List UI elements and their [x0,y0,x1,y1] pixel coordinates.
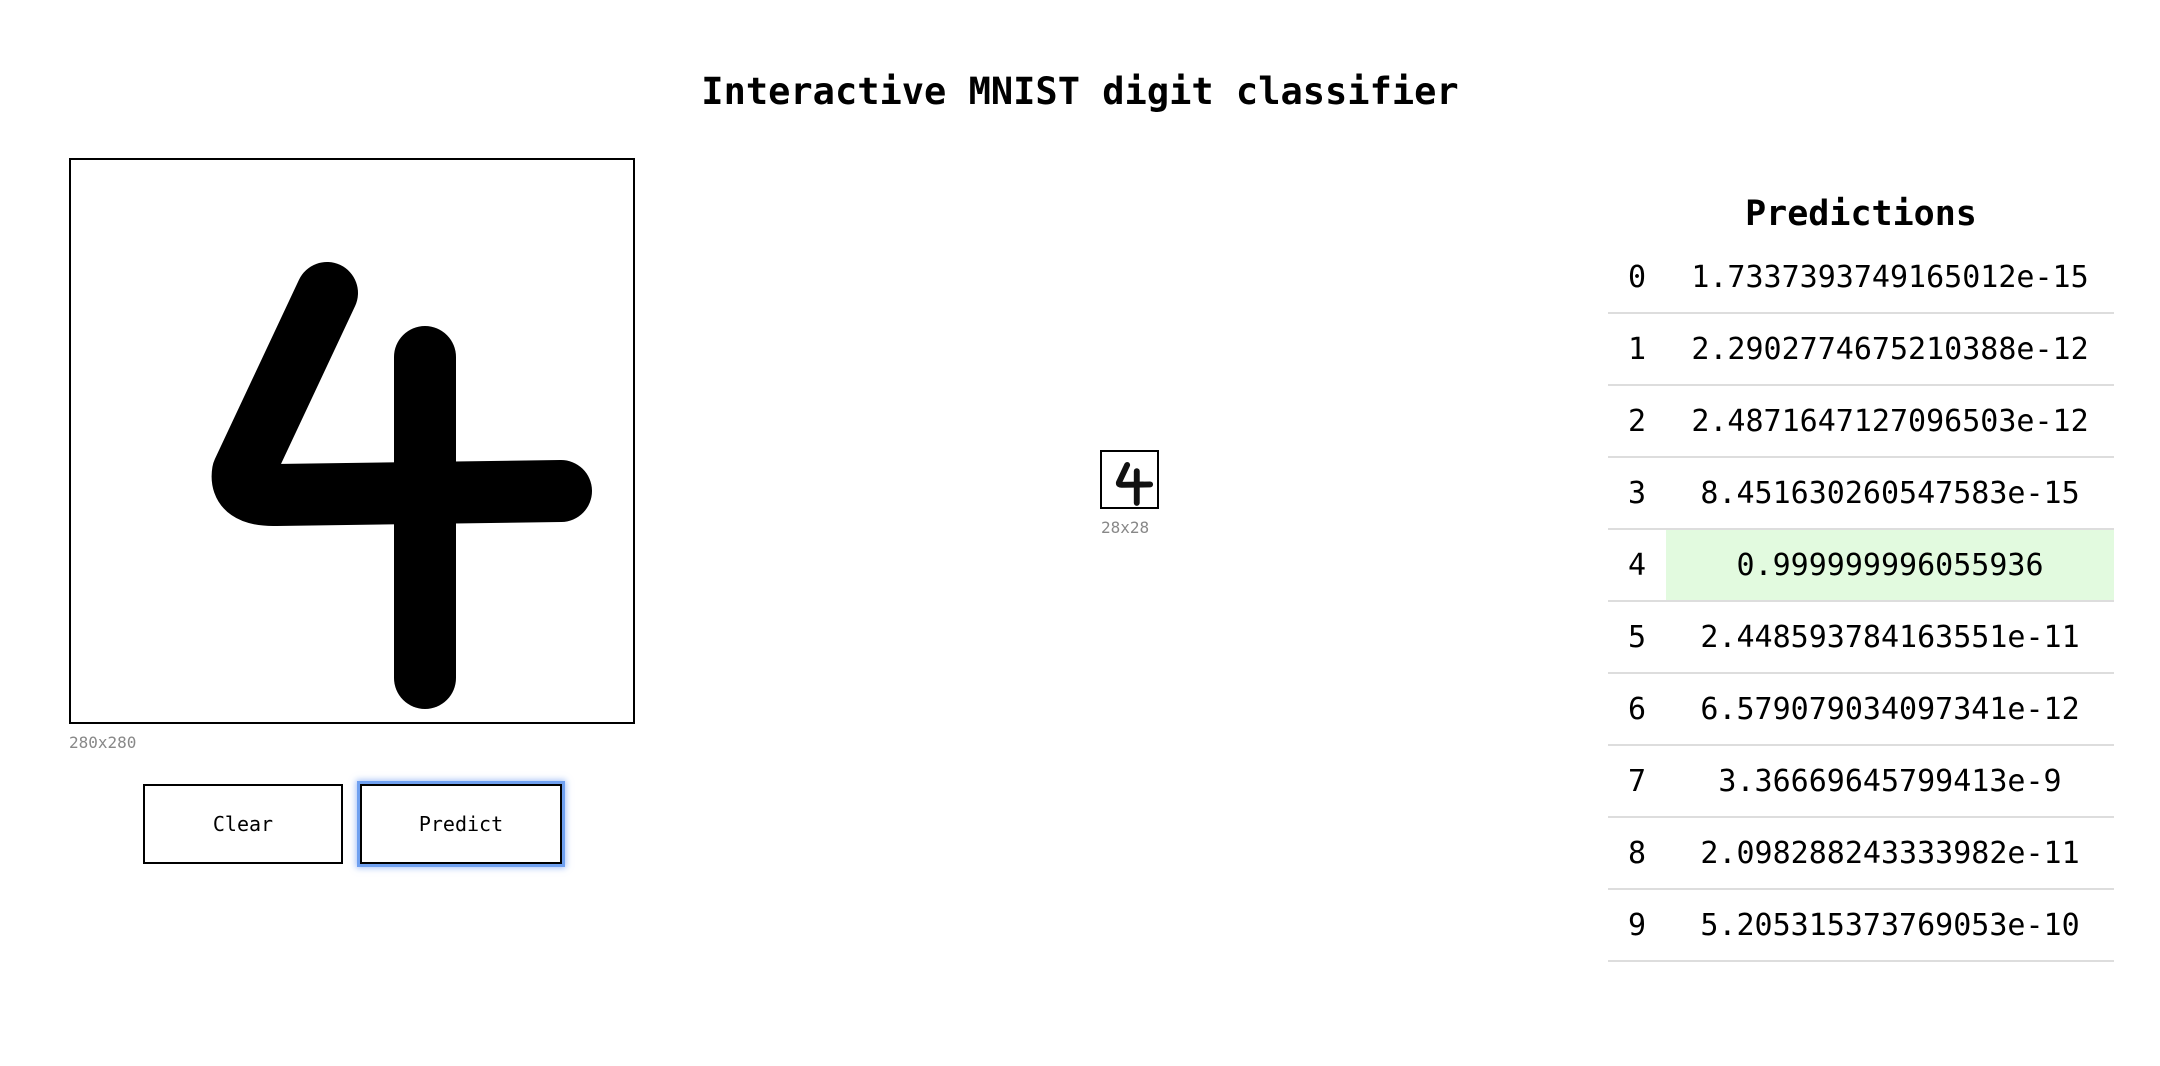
page-title: Interactive MNIST digit classifier [701,69,1459,113]
preview-size-label: 28x28 [1101,518,1150,537]
prediction-probability: 2.2902774675210388e-12 [1691,331,2089,367]
prediction-digit: 8 [1627,835,1647,871]
prediction-digit: 6 [1627,691,1647,727]
prediction-digit: 3 [1627,475,1647,511]
prediction-row: 7 3.36669645799413e-9 [1608,746,2114,818]
prediction-digit: 4 [1627,547,1647,583]
predictions-title: Predictions [1745,194,1977,235]
prediction-row: 0 1.7337393749165012e-15 [1608,242,2114,314]
prediction-row: 3 8.451630260547583e-15 [1608,458,2114,530]
prediction-probability: 2.098288243333982e-11 [1700,835,2080,871]
prediction-digit: 5 [1627,619,1647,655]
drawn-digit-strokes [211,262,592,709]
prediction-digit: 0 [1627,259,1647,295]
prediction-row: 8 2.098288243333982e-11 [1608,818,2114,890]
prediction-probability: 5.205315373769053e-10 [1700,907,2080,943]
prediction-probability: 2.4871647127096503e-12 [1691,403,2089,439]
prediction-probability: 0.999999996055936 [1666,530,2114,600]
prediction-row: 6 6.579079034097341e-12 [1608,674,2114,746]
prediction-row: 5 2.448593784163551e-11 [1608,602,2114,674]
preview-digit-image [1115,462,1154,506]
clear-button[interactable]: Clear [143,784,343,864]
prediction-probability: 8.451630260547583e-15 [1700,475,2080,511]
predictions-table: 0 1.7337393749165012e-15 1 2.29027746752… [1608,242,2114,962]
prediction-digit: 1 [1627,331,1647,367]
prediction-probability: 3.36669645799413e-9 [1718,763,2062,799]
prediction-digit: 7 [1627,763,1647,799]
prediction-probability: 6.579079034097341e-12 [1700,691,2080,727]
prediction-probability: 1.7337393749165012e-15 [1691,259,2089,295]
prediction-digit: 2 [1627,403,1647,439]
canvas-size-label: 280x280 [69,733,137,752]
prediction-probability: 2.448593784163551e-11 [1700,619,2080,655]
drawing-canvas[interactable] [69,158,635,724]
prediction-digit: 9 [1627,907,1647,943]
prediction-row: 1 2.2902774675210388e-12 [1608,314,2114,386]
predict-button[interactable]: Predict [360,784,562,864]
prediction-row: 2 2.4871647127096503e-12 [1608,386,2114,458]
prediction-row: 4 0.999999996055936 [1608,530,2114,602]
downscaled-preview [1100,450,1159,509]
prediction-row: 9 5.205315373769053e-10 [1608,890,2114,962]
